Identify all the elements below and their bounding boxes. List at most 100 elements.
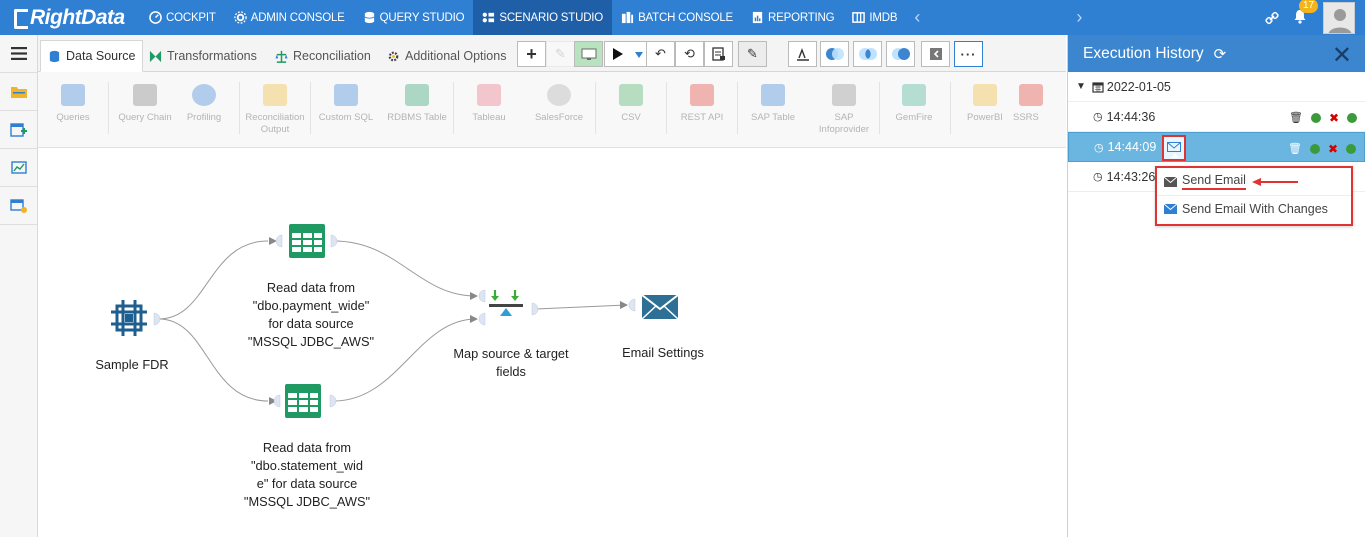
ribbon-powerbi[interactable]: PowerBI [950,84,1020,124]
ribbon-ssrs[interactable]: SSRS [1013,84,1053,124]
tab-reconciliation[interactable]: Reconciliation [268,40,378,72]
fdr-source-icon[interactable] [111,300,147,336]
nav-scroll-right-icon[interactable]: › [1068,7,1090,28]
run-dropdown-caret-icon[interactable] [635,52,643,58]
nav-cockpit[interactable]: COCKPIT [140,0,225,35]
history-row[interactable]: ◷ 14:44:36 🗑 ✖ [1068,102,1365,132]
nav-scenario-studio[interactable]: SCENARIO STUDIO [473,0,613,35]
ribbon-rest-api[interactable]: REST API [667,84,737,124]
run-button[interactable] [604,41,647,67]
right-join-button[interactable] [886,41,915,67]
port-map-in1[interactable] [478,289,486,303]
table-icon[interactable] [285,384,321,418]
port-read1-in[interactable] [275,234,283,248]
port-map-in2[interactable] [478,312,486,326]
scenario-tabs-bar: Data Source Transformations Reconciliati… [38,35,1066,72]
port-read2-out[interactable] [329,394,337,408]
export-button[interactable] [704,41,733,67]
notifications[interactable]: 17 [1293,0,1319,27]
email-dropdown-button[interactable] [1162,135,1186,161]
email-envelope-icon[interactable] [641,294,679,320]
sidebar-folder-button[interactable] [0,73,37,111]
tab-data-source[interactable]: Data Source [40,40,144,72]
gemfire-icon [902,84,926,106]
ribbon-rdbms-table[interactable]: RDBMS Table [382,84,452,124]
ribbon-tableau[interactable]: Tableau [454,84,524,124]
nav-reporting[interactable]: REPORTING [742,0,843,35]
collapse-left-icon [929,48,942,60]
rightdata-logo[interactable]: RightData [0,0,140,35]
clock-icon: ◷ [1093,111,1103,123]
history-date-group[interactable]: ▼ 2022-01-05 [1068,72,1365,102]
close-icon[interactable]: ✕ [1332,41,1352,70]
transform-icon [149,50,162,62]
menu-send-email-with-changes[interactable]: Send Email With Changes [1157,195,1351,222]
sidebar-add-scenario-button[interactable] [0,111,37,149]
chart-button[interactable] [788,41,817,67]
tab-additional-options[interactable]: Additional Options [380,40,513,72]
logo-mark [14,8,28,29]
folder-icon [10,86,27,98]
ribbon-queries[interactable]: Queries [38,84,108,124]
nav-admin-console[interactable]: ADMIN CONSOLE [225,0,354,35]
export-icon [711,47,725,61]
link-icon[interactable] [1265,11,1279,25]
nav-reporting-label: REPORTING [768,11,835,24]
ribbon-profiling[interactable]: Profiling [169,84,239,124]
port-read2-in[interactable] [273,394,281,408]
ribbon-sap-table[interactable]: SAP Table [738,84,808,124]
menu-send-email-label: Send Email [1182,173,1246,190]
undo-icon: ↶ [655,46,666,61]
ribbon-csv[interactable]: CSV [596,84,666,124]
add-button[interactable]: + [517,41,546,67]
ribbon-separator [108,82,109,134]
collapse-panel-button[interactable] [921,41,950,67]
refresh-icon[interactable]: ⟳ [1214,45,1227,63]
port-source-out[interactable] [153,312,161,326]
map-fields-icon[interactable] [489,290,523,316]
menu-send-email[interactable]: Send Email [1157,168,1351,195]
status-dot-icon [1347,112,1357,123]
profiling-icon [192,84,216,106]
port-read1-out[interactable] [330,234,338,248]
inner-join-button[interactable] [853,41,882,67]
tab-transformations[interactable]: Transformations [142,40,264,72]
sidebar-dashboard-button[interactable] [0,149,37,187]
table-icon[interactable] [289,224,325,258]
scenario-canvas[interactable]: Sample FDR Read data from "dbo.payment_w… [38,148,1066,537]
history-button[interactable]: ⟲ [675,41,704,67]
execution-history-panel: Execution History ⟳ ✕ ▼ 2022-01-05 ◷ 14:… [1067,35,1365,537]
left-join-button[interactable] [820,41,849,67]
more-options-button[interactable]: ··· [954,41,983,67]
trash-icon[interactable]: 🗑 [1289,111,1303,124]
user-avatar[interactable] [1323,1,1355,34]
add-table-icon [9,122,27,137]
trash-icon[interactable]: 🗑 [1288,142,1302,155]
hamburger-menu-button[interactable] [0,35,37,73]
preview-button[interactable] [574,41,603,67]
sidebar-settings-button[interactable] [0,187,37,225]
ribbon-sap-infoprovider[interactable]: SAP Infoprovider [809,84,879,136]
ribbon-reconciliation-output[interactable]: Reconciliation Output [240,84,310,136]
nav-query-studio[interactable]: QUERY STUDIO [354,0,474,35]
nav-batch-console[interactable]: BATCH CONSOLE [612,0,742,35]
port-map-out[interactable] [531,302,539,316]
node-read2-label: Read data from "dbo.statement_wid e" for… [227,439,387,511]
nav-scroll-left-icon[interactable]: ‹ [906,7,928,28]
node-read1-line4: "MSSQL JDBC_AWS" [247,334,375,349]
history-row-selected[interactable]: ◷ 14:44:09 🗑 ✖ [1068,132,1365,162]
status-dot-icon [1309,143,1320,154]
notes-button[interactable]: ✎ [738,41,767,67]
row-actions: 🗑 ✖ [1289,111,1357,124]
undo-button[interactable]: ↶ [646,41,675,67]
ribbon-gemfire[interactable]: GemFire [879,84,949,124]
ribbon-custom-sql[interactable]: Custom SQL [311,84,381,124]
nav-imdb[interactable]: IMDB [843,0,906,35]
node-read1-line1: Read data from [266,280,356,295]
ribbon-salesforce-label: SalesForce [534,112,584,123]
ribbon-salesforce[interactable]: SalesForce [524,84,594,124]
arrow-map-in2 [470,315,478,323]
edit-button[interactable]: ✎ [546,41,575,67]
nav-cockpit-label: COCKPIT [166,11,216,24]
port-email-in[interactable] [628,298,636,312]
